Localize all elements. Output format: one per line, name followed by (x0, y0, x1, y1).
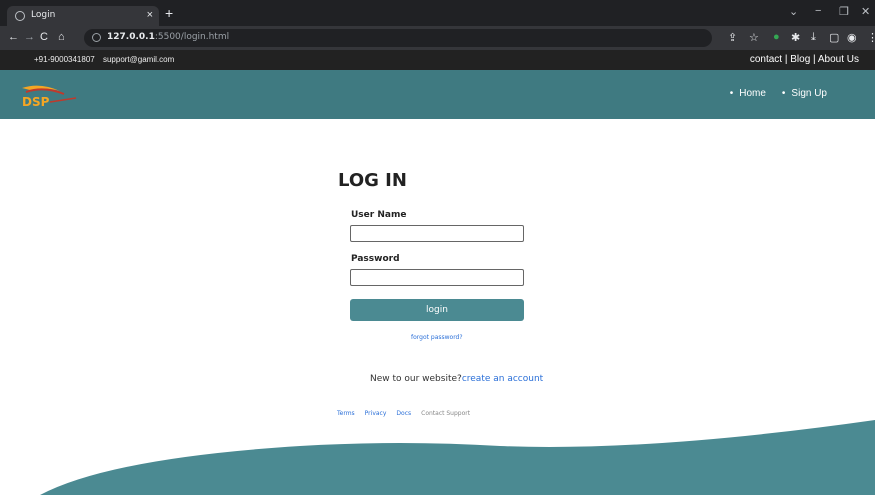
create-account-link[interactable]: create an account (462, 374, 543, 384)
close-window-button[interactable]: ✕ (861, 5, 870, 18)
maximize-button[interactable]: ❐ (839, 5, 849, 18)
address-bar[interactable]: 127.0.0.1:5500/login.html (84, 29, 712, 47)
support-email[interactable]: support@gamil.com (103, 55, 174, 64)
browser-tab[interactable]: Login × (7, 6, 159, 26)
logo-text: DSP (22, 95, 50, 108)
globe-icon (15, 11, 25, 21)
menu-kebab-icon[interactable]: ⋮ (867, 31, 875, 44)
info-icon[interactable] (92, 33, 101, 42)
profile-avatar-icon[interactable]: ◉ (847, 31, 857, 44)
info-links[interactable]: contact | Blog | About Us (750, 54, 859, 65)
back-icon[interactable]: ← (8, 31, 19, 43)
nav-home[interactable]: Home (730, 88, 766, 99)
password-input[interactable] (350, 269, 524, 286)
reload-icon[interactable]: C (40, 31, 48, 43)
browser-tabstrip: Login × + ⌄ − ❐ ✕ (0, 0, 875, 26)
extensions-puzzle-icon[interactable]: ✱ (791, 31, 800, 44)
phone-number: +91-9000341807 (34, 55, 95, 64)
minimize-button[interactable]: − (815, 5, 821, 17)
signup-prompt-text: New to our website? (370, 374, 462, 384)
dsp-logo[interactable]: DSP (20, 82, 80, 108)
nav-sign-up[interactable]: Sign Up (782, 88, 827, 99)
login-button[interactable]: login (350, 299, 524, 321)
signup-prompt: New to our website?create an account (370, 374, 543, 384)
browser-toolbar: ← → C ⌂ 127.0.0.1:5500/login.html ⇪ ☆ ● … (0, 26, 875, 50)
main-nav: Home Sign Up (730, 88, 827, 99)
page-title: LOG IN (338, 170, 407, 191)
tab-close-icon[interactable]: × (147, 9, 153, 21)
tab-search-icon[interactable]: ⌄ (789, 5, 798, 18)
forgot-password-link[interactable]: forgot password? (411, 334, 463, 341)
forward-icon[interactable]: → (24, 31, 35, 43)
share-icon[interactable]: ⇪ (728, 31, 737, 44)
extension-pin-icon[interactable]: ● (773, 31, 780, 43)
tab-title: Login (31, 10, 56, 20)
username-label: User Name (351, 210, 407, 220)
password-label: Password (351, 254, 400, 264)
download-icon[interactable]: ⤓ (811, 31, 816, 44)
top-info-bar: +91-9000341807 support@gamil.com contact… (0, 50, 875, 70)
home-icon[interactable]: ⌂ (58, 31, 65, 43)
username-input[interactable] (350, 225, 524, 242)
footer-wave (40, 420, 875, 495)
side-panel-icon[interactable]: ▢ (829, 31, 839, 44)
bookmark-star-icon[interactable]: ☆ (749, 31, 759, 44)
new-tab-button[interactable]: + (165, 5, 173, 21)
site-header: DSP Home Sign Up (0, 70, 875, 119)
url-text[interactable]: 127.0.0.1:5500/login.html (107, 32, 229, 42)
